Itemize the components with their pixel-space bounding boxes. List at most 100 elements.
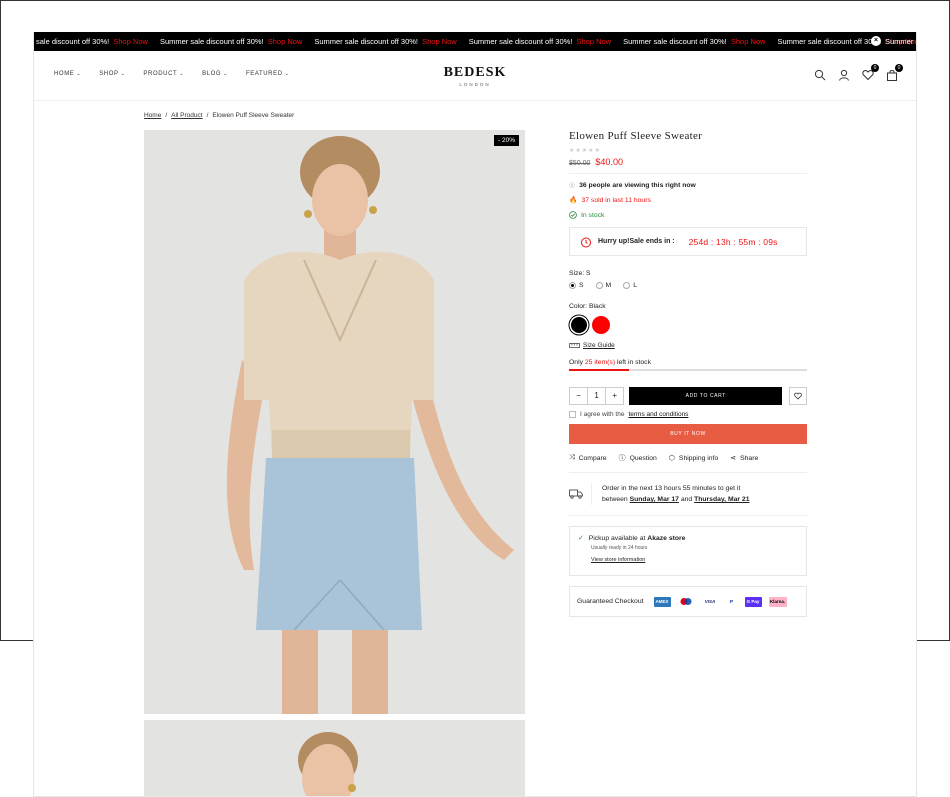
pickup-availability: ✓ Pickup available at Akaze store Usuall… [569, 526, 807, 576]
wishlist-button[interactable] [789, 387, 807, 405]
product-main-image[interactable]: - 20% [144, 130, 525, 714]
announcement-item: sale discount off 30%! Shop Now [36, 37, 148, 46]
price-original: $50.00 [569, 160, 591, 167]
search-icon[interactable] [814, 68, 826, 81]
rating-stars[interactable]: ★★★★★ [569, 147, 807, 154]
purchase-row: − 1 + ADD TO CART [569, 387, 807, 405]
pickup-ready: Usually ready in 24 hours [591, 545, 648, 551]
delivery-estimate: Order in the next 13 hours 55 minutes to… [569, 483, 807, 505]
stock-progress-fill [569, 369, 629, 371]
logo-sub: LONDON [459, 82, 491, 87]
radio[interactable] [595, 282, 603, 289]
klarna-icon: Klarna. [768, 596, 787, 607]
pickup-row: ✓ Pickup available at Akaze store [578, 534, 798, 543]
cart-icon[interactable]: 0 [886, 64, 903, 81]
color-swatch-red[interactable] [592, 316, 610, 334]
announcement-item: Summer sale discount off 30%! Shop Now [623, 37, 766, 46]
divider [569, 515, 807, 516]
checkout-label: Guaranteed Checkout [577, 598, 644, 605]
breadcrumb: Home / All Product / Elowen Puff Sleeve … [144, 112, 294, 119]
shop-now-link[interactable]: Shop Now [113, 37, 148, 46]
discount-badge: - 20% [494, 135, 519, 146]
radio-selected[interactable] [569, 282, 576, 289]
stock-progress-bar [569, 369, 807, 371]
color-swatches [569, 316, 807, 334]
store-info-link[interactable]: View store information [591, 557, 798, 563]
logo-name: BEDESK [443, 65, 507, 80]
stock-status-line: In stock [569, 211, 807, 219]
heart-icon [794, 392, 802, 400]
amex-icon: AMEX [653, 596, 671, 607]
share-action[interactable]: ⋖ Share [730, 453, 758, 463]
terms-checkbox[interactable] [569, 411, 576, 418]
wishlist-icon[interactable]: 0 [862, 64, 879, 81]
account-icon[interactable] [838, 68, 850, 81]
delivery-line1: Order in the next 13 hours 55 minutes to… [602, 485, 741, 492]
compare-action[interactable]: ⤨ Compare [569, 453, 607, 463]
sold-text: 37 sold in last 11 hours [581, 196, 651, 204]
countdown-timer: 254d : 13h : 55m : 09s [688, 236, 778, 247]
size-option-l[interactable]: L [623, 282, 637, 289]
size-option-m[interactable]: M [595, 282, 611, 289]
check-circle-icon [569, 211, 577, 219]
header-icons: 0 0 [814, 64, 903, 81]
truck-icon [569, 489, 583, 499]
question-action[interactable]: ⓘ Question [619, 453, 657, 463]
size-guide-link[interactable]: Size Guide [569, 342, 807, 349]
size-options: S M L [569, 282, 807, 289]
guaranteed-checkout: Guaranteed Checkout AMEX VISA P G Pay Kl… [569, 586, 807, 617]
color-swatch-black[interactable] [571, 317, 587, 333]
product-title: Elowen Puff Sleeve Sweater [569, 130, 703, 142]
close-icon[interactable]: × [871, 36, 881, 46]
product-secondary-image[interactable] [144, 720, 525, 796]
breadcrumb-home[interactable]: Home [144, 112, 161, 119]
product-actions: ⤨ Compare ⓘ Question ⬡ Shipping info ⋖ S… [569, 453, 807, 463]
breadcrumb-separator: / [206, 112, 209, 119]
viewers-text: 36 people are viewing this right now [579, 181, 696, 189]
size-guide-text: Size Guide [583, 342, 615, 349]
announcement-item: Summer sale discount off 30%! Shop Now [314, 37, 457, 46]
price-sale: $40.00 [595, 157, 623, 167]
breadcrumb-separator: / [165, 112, 168, 119]
terms-link[interactable]: terms and conditions [628, 411, 688, 418]
quantity-input[interactable]: 1 [587, 388, 607, 404]
add-to-cart-button[interactable]: ADD TO CART [629, 387, 783, 405]
site-header: HOME ⌄ SHOP ⌄ PRODUCT ⌄ BLOG ⌄ FEATURED ⌄ BED… [34, 51, 916, 101]
mastercard-icon [677, 596, 695, 607]
stock-count: 25 item(s) [584, 359, 616, 366]
paypal-icon: P [725, 596, 738, 607]
plus-button[interactable]: + [606, 388, 623, 404]
shop-now-link[interactable]: Shop Now [422, 37, 457, 46]
stock-status: In stock [581, 211, 605, 219]
fire-icon: 🔥 [569, 197, 578, 204]
shop-now-link[interactable]: Shop Now [576, 37, 611, 46]
check-icon: ✓ [578, 535, 584, 542]
sale-countdown: Hurry up!Sale ends in : 254d : 13h : 55m… [569, 227, 807, 256]
divider [569, 173, 807, 174]
cart-count-badge: 0 [895, 64, 903, 72]
buy-now-button[interactable]: BUY IT NOW [569, 424, 807, 444]
product-info: Elowen Puff Sleeve Sweater ★★★★★ $50.00 … [569, 130, 807, 617]
pickup-text: Pickup available at Akaze store [588, 534, 686, 542]
quantity-stepper: − 1 + [569, 387, 625, 405]
announcement-tail: Summer s [885, 37, 916, 46]
announcement-item: Summer sale discount off 30%! Shop Now [159, 37, 303, 46]
announcement-bar: sale discount off 30%! Shop Now Summer s… [34, 32, 916, 51]
minus-button[interactable]: − [570, 388, 587, 404]
announcement-track: sale discount off 30%! Shop Now Summer s… [36, 37, 916, 46]
visa-icon: VISA [701, 596, 719, 607]
model-illustration-2 [144, 720, 525, 796]
share-icon: ⋖ [730, 455, 737, 462]
shipping-info-action[interactable]: ⬡ Shipping info [669, 453, 718, 463]
shop-now-link[interactable]: Shop Now [268, 37, 303, 46]
color-label: Color: Black [569, 303, 606, 310]
site-logo[interactable]: BEDESK LONDON [34, 65, 916, 87]
breadcrumb-category[interactable]: All Product [171, 112, 202, 119]
radio[interactable] [623, 282, 631, 289]
stock-left: Only 25 item(s) left in stock [569, 359, 651, 366]
gpay-icon: G Pay [744, 596, 762, 607]
price-row: $50.00 $40.00 [569, 157, 807, 167]
size-option-s[interactable]: S [569, 282, 584, 289]
shop-now-link[interactable]: Shop Now [731, 37, 766, 46]
terms-agreement: I agree with the terms and conditions [569, 411, 807, 418]
